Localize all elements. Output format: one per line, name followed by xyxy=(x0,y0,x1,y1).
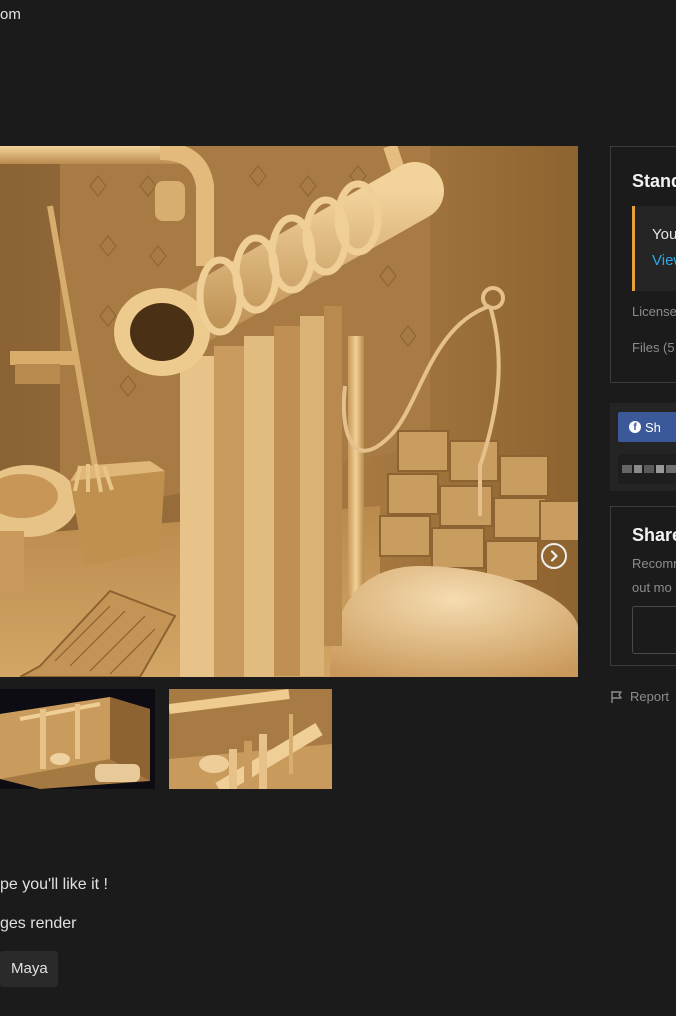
description-line-1: pe you'll like it ! xyxy=(0,876,108,893)
report-label: Report xyxy=(630,689,670,704)
thumbnail-1[interactable] xyxy=(0,689,155,789)
site-title-fragment: om xyxy=(0,6,21,23)
files-label[interactable]: Files (5 xyxy=(632,340,675,355)
license-label[interactable]: License xyxy=(632,304,676,319)
facebook-icon: f xyxy=(629,421,641,433)
facebook-share-label: Sh xyxy=(645,419,661,435)
blurred-share-widget[interactable] xyxy=(618,454,676,484)
share-text-line-1: Recomm xyxy=(632,556,676,571)
share-text-line-2: out mo xyxy=(632,580,672,595)
bathroom-render-image xyxy=(0,146,578,677)
share-panel: Share Recomm out mo xyxy=(610,506,676,666)
social-share-panel: f Sh xyxy=(610,403,676,491)
page: om pe you'll like it ! ges render Maya S… xyxy=(0,0,676,1016)
license-panel: Stand You View License Files (5 xyxy=(610,146,676,383)
thumbnail-render-overview xyxy=(0,697,150,789)
facebook-share-button[interactable]: f Sh xyxy=(618,412,676,442)
chevron-right-icon xyxy=(550,550,558,562)
notice-text: You xyxy=(652,226,676,243)
description-line-2: ges render xyxy=(0,915,77,932)
thumbnail-2[interactable] xyxy=(169,689,332,789)
license-panel-title: Stand xyxy=(632,171,676,191)
thumbnail-render-detail xyxy=(169,689,332,789)
flag-icon xyxy=(611,690,622,703)
tag-maya[interactable]: Maya xyxy=(0,951,58,987)
notice-view-link[interactable]: View xyxy=(652,252,676,269)
main-image-viewer[interactable] xyxy=(0,146,578,677)
share-panel-title: Share xyxy=(632,525,676,545)
share-link-input[interactable] xyxy=(632,606,676,654)
report-link[interactable]: Report xyxy=(610,689,669,704)
license-notice: You View xyxy=(632,206,676,291)
next-image-button[interactable] xyxy=(541,543,567,569)
